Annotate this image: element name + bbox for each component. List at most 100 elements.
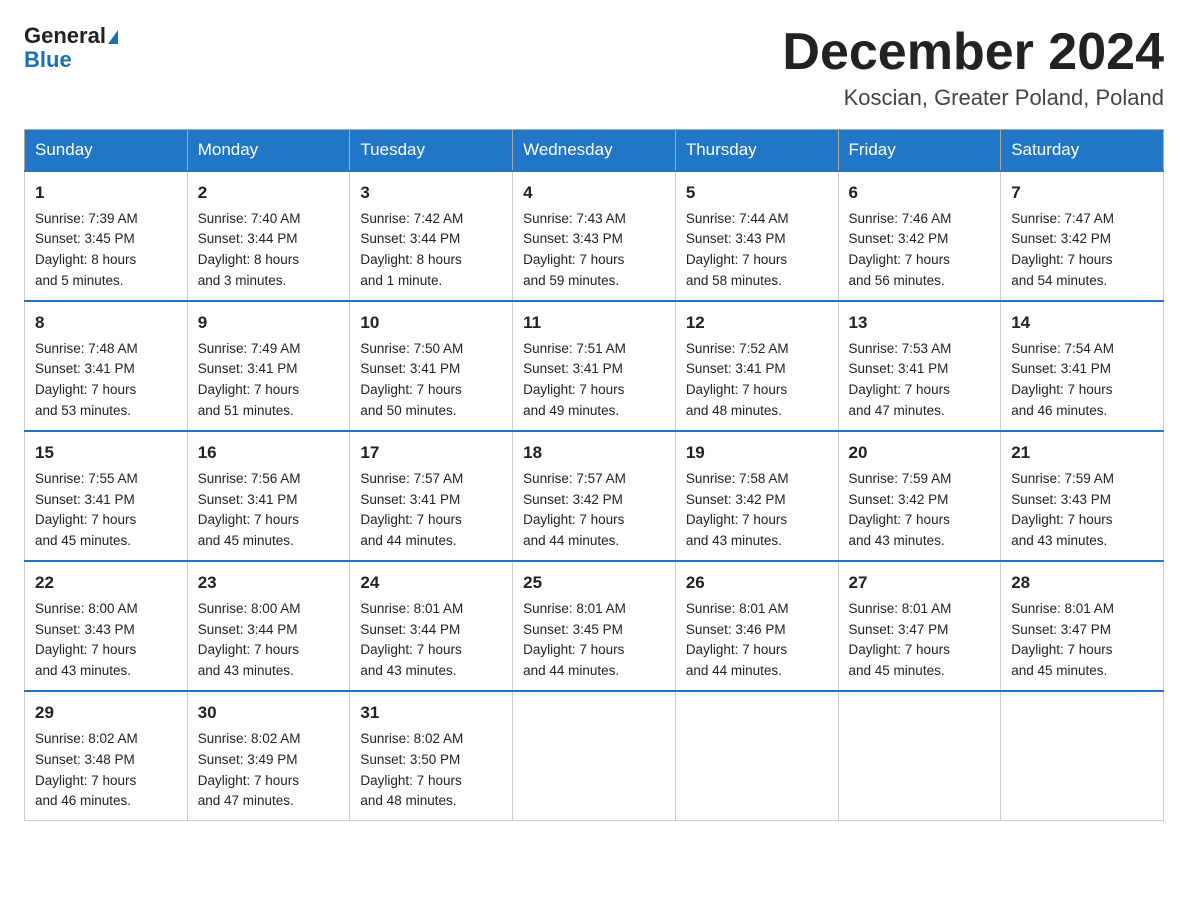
day-info: Sunrise: 7:54 AMSunset: 3:41 PMDaylight:… bbox=[1011, 339, 1153, 423]
day-cell: 4 Sunrise: 7:43 AMSunset: 3:43 PMDaylight… bbox=[513, 171, 676, 301]
day-number: 14 bbox=[1011, 310, 1153, 336]
column-header-monday: Monday bbox=[187, 130, 350, 172]
day-number: 31 bbox=[360, 700, 502, 726]
day-info: Sunrise: 7:44 AMSunset: 3:43 PMDaylight:… bbox=[686, 209, 828, 293]
day-info: Sunrise: 7:49 AMSunset: 3:41 PMDaylight:… bbox=[198, 339, 340, 423]
day-cell: 20 Sunrise: 7:59 AMSunset: 3:42 PMDayligh… bbox=[838, 431, 1001, 561]
day-number: 12 bbox=[686, 310, 828, 336]
column-header-friday: Friday bbox=[838, 130, 1001, 172]
day-cell: 31Sunrise: 8:02 AMSunset: 3:50 PMDayligh… bbox=[350, 691, 513, 821]
day-info: Sunrise: 8:01 AMSunset: 3:44 PMDaylight:… bbox=[360, 599, 502, 683]
day-info: Sunrise: 7:40 AMSunset: 3:44 PMDaylight:… bbox=[198, 209, 340, 293]
day-cell: 9 Sunrise: 7:49 AMSunset: 3:41 PMDaylight… bbox=[187, 301, 350, 431]
day-cell: 3Sunrise: 7:42 AMSunset: 3:44 PMDaylight… bbox=[350, 171, 513, 301]
day-info: Sunrise: 7:47 AMSunset: 3:42 PMDaylight:… bbox=[1011, 209, 1153, 293]
day-cell bbox=[838, 691, 1001, 821]
day-info: Sunrise: 7:42 AMSunset: 3:44 PMDaylight:… bbox=[360, 209, 502, 293]
day-info: Sunrise: 8:00 AMSunset: 3:44 PMDaylight:… bbox=[198, 599, 340, 683]
day-info: Sunrise: 7:48 AMSunset: 3:41 PMDaylight:… bbox=[35, 339, 177, 423]
day-number: 15 bbox=[35, 440, 177, 466]
day-number: 4 bbox=[523, 180, 665, 206]
day-number: 17 bbox=[360, 440, 502, 466]
day-number: 29 bbox=[35, 700, 177, 726]
day-number: 30 bbox=[198, 700, 340, 726]
day-info: Sunrise: 8:01 AMSunset: 3:47 PMDaylight:… bbox=[1011, 599, 1153, 683]
day-cell: 17Sunrise: 7:57 AMSunset: 3:41 PMDayligh… bbox=[350, 431, 513, 561]
day-cell: 12 Sunrise: 7:52 AMSunset: 3:41 PMDayligh… bbox=[675, 301, 838, 431]
day-cell: 6 Sunrise: 7:46 AMSunset: 3:42 PMDaylight… bbox=[838, 171, 1001, 301]
day-cell: 28 Sunrise: 8:01 AMSunset: 3:47 PMDayligh… bbox=[1001, 561, 1164, 691]
day-number: 6 bbox=[849, 180, 991, 206]
day-cell bbox=[513, 691, 676, 821]
day-info: Sunrise: 7:53 AMSunset: 3:41 PMDaylight:… bbox=[849, 339, 991, 423]
day-info: Sunrise: 7:57 AMSunset: 3:42 PMDaylight:… bbox=[523, 469, 665, 553]
day-number: 16 bbox=[198, 440, 340, 466]
day-number: 27 bbox=[849, 570, 991, 596]
logo-area: General Blue bbox=[24, 24, 118, 72]
calendar-table: SundayMondayTuesdayWednesdayThursdayFrid… bbox=[24, 129, 1164, 821]
day-info: Sunrise: 7:51 AMSunset: 3:41 PMDaylight:… bbox=[523, 339, 665, 423]
day-cell: 30Sunrise: 8:02 AMSunset: 3:49 PMDayligh… bbox=[187, 691, 350, 821]
day-info: Sunrise: 7:43 AMSunset: 3:43 PMDaylight:… bbox=[523, 209, 665, 293]
day-number: 10 bbox=[360, 310, 502, 336]
day-info: Sunrise: 8:01 AMSunset: 3:46 PMDaylight:… bbox=[686, 599, 828, 683]
day-cell: 2 Sunrise: 7:40 AMSunset: 3:44 PMDaylight… bbox=[187, 171, 350, 301]
column-header-tuesday: Tuesday bbox=[350, 130, 513, 172]
column-header-saturday: Saturday bbox=[1001, 130, 1164, 172]
day-cell: 22Sunrise: 8:00 AMSunset: 3:43 PMDayligh… bbox=[25, 561, 188, 691]
day-number: 21 bbox=[1011, 440, 1153, 466]
day-cell: 5 Sunrise: 7:44 AMSunset: 3:43 PMDaylight… bbox=[675, 171, 838, 301]
day-number: 19 bbox=[686, 440, 828, 466]
day-number: 28 bbox=[1011, 570, 1153, 596]
day-info: Sunrise: 7:46 AMSunset: 3:42 PMDaylight:… bbox=[849, 209, 991, 293]
title-area: December 2024 Koscian, Greater Poland, P… bbox=[782, 24, 1164, 111]
day-cell: 19 Sunrise: 7:58 AMSunset: 3:42 PMDayligh… bbox=[675, 431, 838, 561]
logo-blue: Blue bbox=[24, 47, 72, 72]
page-header: General Blue December 2024 Koscian, Grea… bbox=[24, 24, 1164, 111]
day-number: 20 bbox=[849, 440, 991, 466]
day-number: 7 bbox=[1011, 180, 1153, 206]
day-cell bbox=[675, 691, 838, 821]
calendar-title: December 2024 bbox=[782, 24, 1164, 81]
week-row-5: 29 Sunrise: 8:02 AMSunset: 3:48 PMDayligh… bbox=[25, 691, 1164, 821]
day-cell: 21 Sunrise: 7:59 AMSunset: 3:43 PMDayligh… bbox=[1001, 431, 1164, 561]
column-header-sunday: Sunday bbox=[25, 130, 188, 172]
column-header-wednesday: Wednesday bbox=[513, 130, 676, 172]
day-cell: 27 Sunrise: 8:01 AMSunset: 3:47 PMDayligh… bbox=[838, 561, 1001, 691]
day-cell: 14 Sunrise: 7:54 AMSunset: 3:41 PMDayligh… bbox=[1001, 301, 1164, 431]
day-info: Sunrise: 7:39 AMSunset: 3:45 PMDaylight:… bbox=[35, 209, 177, 293]
day-info: Sunrise: 7:59 AMSunset: 3:42 PMDaylight:… bbox=[849, 469, 991, 553]
day-cell: 18 Sunrise: 7:57 AMSunset: 3:42 PMDayligh… bbox=[513, 431, 676, 561]
week-row-1: 1 Sunrise: 7:39 AMSunset: 3:45 PMDaylight… bbox=[25, 171, 1164, 301]
day-number: 13 bbox=[849, 310, 991, 336]
day-cell bbox=[1001, 691, 1164, 821]
day-info: Sunrise: 7:50 AMSunset: 3:41 PMDaylight:… bbox=[360, 339, 502, 423]
day-cell: 26 Sunrise: 8:01 AMSunset: 3:46 PMDayligh… bbox=[675, 561, 838, 691]
week-row-3: 15Sunrise: 7:55 AMSunset: 3:41 PMDayligh… bbox=[25, 431, 1164, 561]
day-cell: 7 Sunrise: 7:47 AMSunset: 3:42 PMDaylight… bbox=[1001, 171, 1164, 301]
column-header-thursday: Thursday bbox=[675, 130, 838, 172]
day-number: 2 bbox=[198, 180, 340, 206]
day-number: 26 bbox=[686, 570, 828, 596]
day-cell: 23Sunrise: 8:00 AMSunset: 3:44 PMDayligh… bbox=[187, 561, 350, 691]
day-cell: 13 Sunrise: 7:53 AMSunset: 3:41 PMDayligh… bbox=[838, 301, 1001, 431]
calendar-subtitle: Koscian, Greater Poland, Poland bbox=[782, 85, 1164, 111]
day-info: Sunrise: 7:58 AMSunset: 3:42 PMDaylight:… bbox=[686, 469, 828, 553]
day-number: 1 bbox=[35, 180, 177, 206]
week-row-4: 22Sunrise: 8:00 AMSunset: 3:43 PMDayligh… bbox=[25, 561, 1164, 691]
day-info: Sunrise: 8:02 AMSunset: 3:48 PMDaylight:… bbox=[35, 729, 177, 813]
day-number: 9 bbox=[198, 310, 340, 336]
day-number: 18 bbox=[523, 440, 665, 466]
day-number: 22 bbox=[35, 570, 177, 596]
day-info: Sunrise: 7:52 AMSunset: 3:41 PMDaylight:… bbox=[686, 339, 828, 423]
logo-triangle-icon bbox=[108, 30, 118, 44]
day-cell: 10 Sunrise: 7:50 AMSunset: 3:41 PMDayligh… bbox=[350, 301, 513, 431]
day-cell: 11Sunrise: 7:51 AMSunset: 3:41 PMDayligh… bbox=[513, 301, 676, 431]
header-row: SundayMondayTuesdayWednesdayThursdayFrid… bbox=[25, 130, 1164, 172]
day-number: 5 bbox=[686, 180, 828, 206]
logo: General Blue bbox=[24, 24, 118, 72]
day-cell: 1 Sunrise: 7:39 AMSunset: 3:45 PMDaylight… bbox=[25, 171, 188, 301]
day-info: Sunrise: 8:01 AMSunset: 3:47 PMDaylight:… bbox=[849, 599, 991, 683]
day-info: Sunrise: 7:59 AMSunset: 3:43 PMDaylight:… bbox=[1011, 469, 1153, 553]
week-row-2: 8Sunrise: 7:48 AMSunset: 3:41 PMDaylight… bbox=[25, 301, 1164, 431]
